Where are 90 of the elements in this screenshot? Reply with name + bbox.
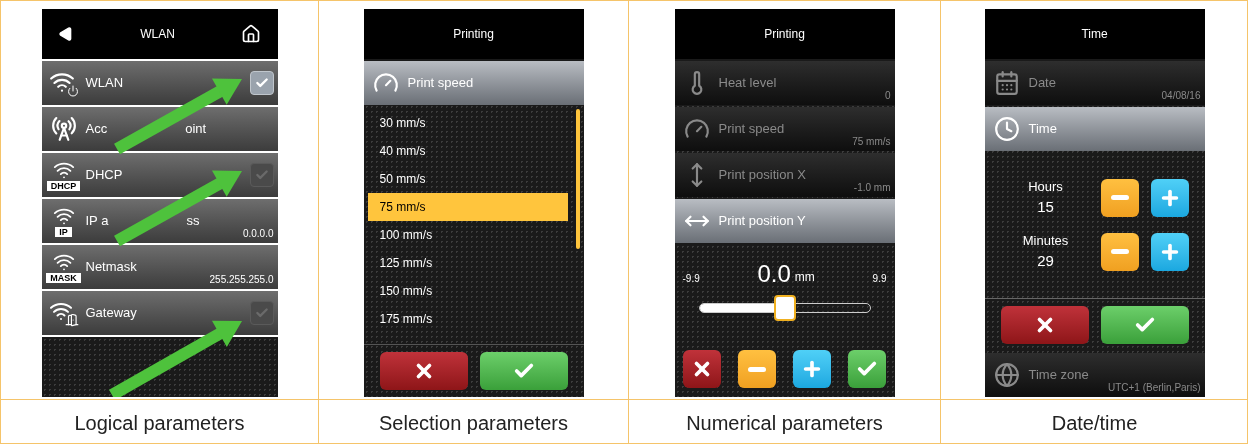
menu-row[interactable]: Time zone UTC+1 (Berlin,Paris) xyxy=(984,353,1205,397)
field-label: Minutes xyxy=(1022,231,1069,250)
field-label: Hours xyxy=(1028,177,1063,196)
row-value: 04/08/16 xyxy=(1161,89,1201,103)
option-item[interactable]: 100 mm/s xyxy=(367,221,568,249)
screen-title: Time xyxy=(1081,26,1108,43)
check-icon xyxy=(254,168,269,182)
row-label: Print position Y xyxy=(718,212,806,231)
max-value: 9.9 xyxy=(872,272,887,286)
row-label: Heat level xyxy=(718,74,777,93)
panel-caption: Date/time xyxy=(1051,410,1138,436)
option-item[interactable]: 125 mm/s xyxy=(367,249,568,277)
confirm-button[interactable] xyxy=(479,352,568,390)
row-label: Gateway xyxy=(85,304,137,323)
checkbox[interactable] xyxy=(249,71,274,95)
row-value: 0.0.0.0 xyxy=(242,227,274,241)
icon-badge: MASK xyxy=(46,273,81,283)
panel-caption: Logical parameters xyxy=(74,410,245,436)
increase-button[interactable] xyxy=(1150,232,1189,271)
field-value: 29 xyxy=(1037,251,1054,271)
row-label: oint xyxy=(185,120,207,139)
menu-row[interactable]: Heat level 0 xyxy=(674,61,895,105)
check-icon xyxy=(254,306,269,320)
row-label: ss xyxy=(186,212,200,231)
unit-label: mm xyxy=(794,269,815,286)
row-value: UTC+1 (Berlin,Paris) xyxy=(1107,381,1201,395)
cancel-button[interactable] xyxy=(379,352,468,390)
confirm-button[interactable] xyxy=(1100,306,1189,344)
menu-row[interactable]: Print speed 75 mm/s xyxy=(674,107,895,151)
calendar-icon xyxy=(993,70,1020,96)
field-value: 15 xyxy=(1037,197,1054,217)
current-value: 0.0 xyxy=(757,262,791,286)
home-icon[interactable] xyxy=(241,24,262,44)
menu-row[interactable]: IP IP a ss 0.0.0.0 xyxy=(41,199,278,243)
panel-caption: Numerical parameters xyxy=(686,410,883,436)
option-item[interactable]: 175 mm/s xyxy=(367,305,568,333)
checkbox[interactable] xyxy=(249,163,274,187)
cancel-button[interactable] xyxy=(1000,306,1089,344)
icon-badge: DHCP xyxy=(46,181,81,191)
menu-row[interactable]: MASK Netmask 255.255.255.0 xyxy=(41,245,278,289)
row-label: Netmask xyxy=(85,258,137,277)
minus-icon xyxy=(1110,249,1129,254)
menu-row[interactable]: Gateway xyxy=(41,291,278,335)
back-icon[interactable] xyxy=(57,26,74,42)
icon-badge: IP xyxy=(55,227,72,237)
decrease-button[interactable] xyxy=(737,350,776,388)
option-item[interactable]: 50 mm/s xyxy=(367,165,568,193)
minus-icon xyxy=(747,366,766,372)
confirm-button[interactable] xyxy=(848,350,887,388)
option-item[interactable]: 150 mm/s xyxy=(367,277,568,305)
row-label: Time xyxy=(1028,120,1057,139)
scrollbar[interactable] xyxy=(575,109,580,249)
antenna-icon xyxy=(50,116,77,142)
row-label: Acc xyxy=(85,120,108,139)
row-value: 75 mm/s xyxy=(852,135,891,149)
minus-icon xyxy=(1110,195,1129,200)
menu-row[interactable]: Date 04/08/16 xyxy=(984,61,1205,105)
row-value: 255.255.255.0 xyxy=(209,273,274,287)
row-label: Print position X xyxy=(718,166,806,185)
row-label: Date xyxy=(1028,74,1056,93)
menu-row[interactable]: Print position X -1.0 mm xyxy=(674,153,895,197)
panel-caption: Selection parameters xyxy=(379,410,568,436)
increase-button[interactable] xyxy=(793,350,832,388)
screen-title: WLAN xyxy=(140,26,175,43)
option-item[interactable]: 30 mm/s xyxy=(367,109,568,137)
decrease-button[interactable] xyxy=(1100,178,1139,217)
check-icon xyxy=(254,76,269,90)
cancel-button[interactable] xyxy=(682,350,721,388)
menu-row[interactable]: DHCP DHCP xyxy=(41,153,278,197)
screen-title: Printing xyxy=(764,26,805,43)
row-label: Print speed xyxy=(718,120,785,139)
screen-title: Printing xyxy=(453,26,494,43)
checkbox[interactable] xyxy=(249,301,274,325)
row-value: 0 xyxy=(884,89,891,103)
row-label: Time zone xyxy=(1028,366,1089,385)
row-value: -1.0 mm xyxy=(853,181,891,195)
clock-icon xyxy=(993,116,1020,142)
option-item[interactable]: 75 mm/s xyxy=(367,193,568,221)
decrease-button[interactable] xyxy=(1100,232,1139,271)
menu-row[interactable]: WLAN xyxy=(41,61,278,105)
min-value: -9.9 xyxy=(682,272,700,286)
slider-thumb[interactable] xyxy=(773,295,796,321)
option-item[interactable]: 40 mm/s xyxy=(367,137,568,165)
menu-row[interactable]: Acc oint xyxy=(41,107,278,151)
row-label: DHCP xyxy=(85,166,123,185)
row-label: WLAN xyxy=(85,74,124,93)
row-label: IP a xyxy=(85,212,109,231)
globe-icon xyxy=(993,362,1020,388)
row-label: Print speed xyxy=(407,74,474,93)
increase-button[interactable] xyxy=(1150,178,1189,217)
